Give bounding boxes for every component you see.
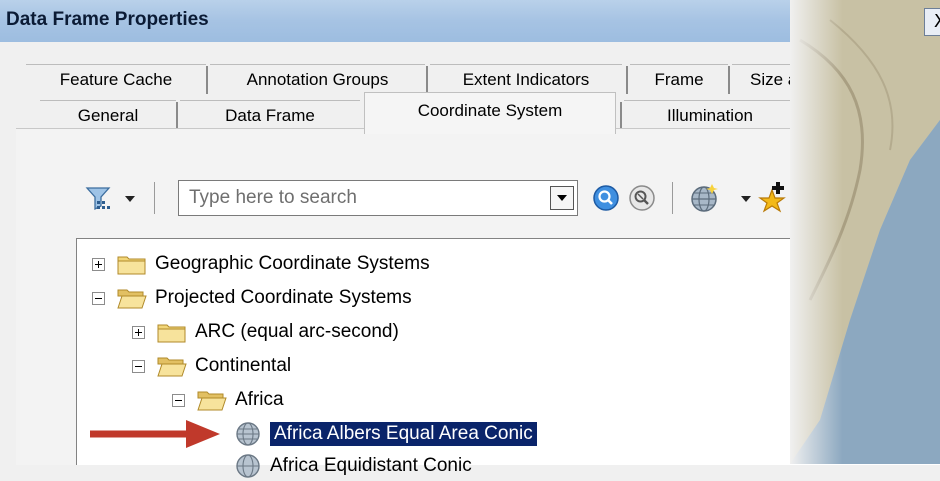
projection-globe-icon (236, 454, 260, 478)
tab-divider (728, 66, 730, 94)
tree-item-geographic[interactable]: Geographic Coordinate Systems (92, 249, 430, 279)
tab-label: Frame (654, 70, 704, 89)
tree-item-label: Continental (195, 355, 292, 376)
folder-open-icon (157, 357, 187, 377)
collapse-minus-icon[interactable] (92, 291, 105, 305)
tab-label: Data Frame (225, 106, 315, 125)
expand-plus-icon[interactable] (132, 325, 145, 339)
tree-item-projected[interactable]: Projected Coordinate Systems (92, 283, 412, 313)
tab-divider (426, 66, 428, 94)
search-dropdown-button[interactable] (550, 186, 574, 210)
filter-icon[interactable] (84, 184, 114, 214)
tab-divider (626, 66, 628, 94)
dropdown-arrow-icon[interactable] (124, 195, 136, 203)
window-title: Data Frame Properties (6, 9, 209, 30)
tree-item-africa-albers[interactable]: Africa Albers Equal Area Conic (234, 419, 537, 449)
tree-item-continental[interactable]: Continental (132, 351, 291, 381)
tab-feature-cache[interactable]: Feature Cache (26, 64, 206, 95)
tab-coordinate-system[interactable]: Coordinate System (364, 92, 616, 134)
tab-illumination[interactable]: Illumination (624, 100, 796, 131)
tab-frame[interactable]: Frame (630, 64, 728, 95)
tab-annotation-groups[interactable]: Annotation Groups (210, 64, 425, 95)
tab-label: Coordinate System (417, 101, 563, 120)
tab-label: Feature Cache (59, 70, 173, 89)
tree-item-label: Projected Coordinate Systems (155, 287, 412, 308)
tab-divider (206, 66, 208, 94)
tree-item-label-selected: Africa Albers Equal Area Conic (270, 422, 537, 446)
map-background (790, 0, 940, 464)
tree-item-label: Africa (235, 389, 284, 410)
tab-extent-indicators[interactable]: Extent Indicators (430, 64, 622, 95)
toolbar-separator (672, 182, 673, 214)
folder-closed-icon (117, 256, 146, 275)
tree-item-africa[interactable]: Africa (172, 385, 284, 415)
folder-open-icon (117, 289, 147, 309)
expand-plus-icon[interactable] (92, 257, 105, 271)
tab-label: General (77, 106, 139, 125)
tab-divider (620, 102, 622, 130)
tree-item-arc[interactable]: ARC (equal arc-second) (132, 317, 399, 347)
search-box[interactable] (178, 180, 578, 216)
tree-item-label: Africa Equidistant Conic (270, 455, 472, 476)
close-button[interactable]: X (924, 8, 940, 36)
annotation-arrow-icon (90, 420, 220, 448)
tab-label: Illumination (667, 106, 753, 125)
chevron-down-icon (557, 195, 567, 201)
folder-open-icon (197, 391, 227, 411)
tab-label: Extent Indicators (462, 70, 590, 89)
tree-item-label: ARC (equal arc-second) (195, 321, 399, 342)
tree-item-africa-equidistant[interactable]: Africa Equidistant Conic (234, 451, 472, 481)
globe-icon[interactable] (688, 182, 720, 214)
toolbar-separator (154, 182, 155, 214)
dropdown-arrow-icon[interactable] (740, 195, 752, 203)
projection-globe-icon (236, 422, 260, 446)
collapse-minus-icon[interactable] (172, 393, 185, 407)
tree-item-label: Geographic Coordinate Systems (155, 253, 430, 274)
clear-search-icon[interactable] (628, 184, 656, 212)
tab-label: Annotation Groups (246, 70, 389, 89)
tab-data-frame[interactable]: Data Frame (180, 100, 360, 131)
folder-closed-icon (157, 324, 186, 343)
add-favorite-icon[interactable] (758, 180, 790, 214)
search-input[interactable] (185, 181, 543, 215)
tab-divider (176, 102, 178, 130)
tab-general[interactable]: General (40, 100, 176, 131)
collapse-minus-icon[interactable] (132, 359, 145, 373)
search-icon[interactable] (592, 184, 620, 212)
